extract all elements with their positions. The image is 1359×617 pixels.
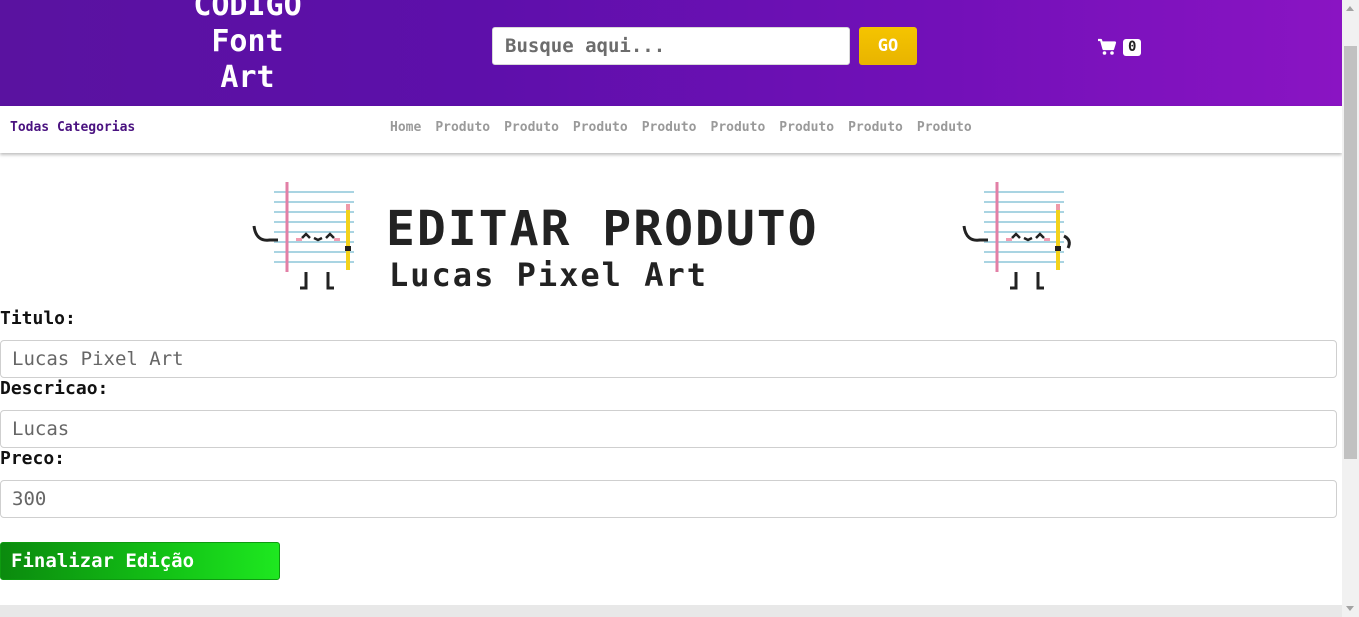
description-label: Descricao: (0, 378, 109, 399)
cart-count-badge: 0 (1123, 38, 1142, 56)
search-go-button[interactable]: GO (859, 27, 917, 65)
price-input[interactable] (0, 480, 1337, 518)
search-input[interactable] (492, 27, 850, 65)
nav-link-produto[interactable]: Produto (504, 120, 559, 135)
site-header: CODIGO Font Art GO 0 (0, 0, 1342, 106)
scroll-thumb[interactable] (1344, 46, 1357, 459)
title-input[interactable] (0, 340, 1337, 378)
all-categories-link[interactable]: Todas Categorias (10, 120, 135, 135)
site-logo[interactable]: CODIGO Font Art (160, 0, 335, 96)
nav-link-produto[interactable]: Produto (711, 120, 766, 135)
nav-link-produto[interactable]: Produto (848, 120, 903, 135)
page-heading: EDITAR PRODUTO Lucas Pixel Art (386, 200, 819, 292)
page-title: EDITAR PRODUTO (386, 201, 819, 257)
scroll-down-arrow-icon[interactable] (1346, 606, 1354, 611)
logo-line-2: Font (211, 24, 284, 59)
nav-link-produto[interactable]: Produto (435, 120, 490, 135)
category-nav: Todas Categorias Home Produto Produto Pr… (0, 106, 1342, 153)
logo-line-3: Art (220, 60, 275, 95)
vertical-scrollbar[interactable] (1342, 0, 1359, 617)
notebook-mascot-icon (252, 182, 354, 290)
nav-links: Home Produto Produto Produto Produto Pro… (390, 120, 986, 135)
nav-link-home[interactable]: Home (390, 120, 421, 135)
nav-link-produto[interactable]: Produto (573, 120, 628, 135)
page: CODIGO Font Art GO 0 Todas Categorias Ho… (0, 0, 1342, 617)
logo-line-1: CODIGO (193, 0, 302, 23)
title-label: Titulo: (0, 308, 76, 329)
notebook-mascot-icon (962, 182, 1071, 290)
scroll-up-arrow-icon[interactable] (1346, 6, 1354, 11)
description-input[interactable] (0, 410, 1337, 448)
nav-link-produto[interactable]: Produto (917, 120, 972, 135)
shopping-cart-icon (1098, 38, 1117, 55)
cart-button[interactable]: 0 (1097, 37, 1142, 57)
finish-edit-button[interactable]: Finalizar Edição (0, 542, 280, 580)
nav-link-produto[interactable]: Produto (642, 120, 697, 135)
footer-strip (0, 605, 1342, 617)
page-subtitle: Lucas Pixel Art (389, 256, 708, 294)
nav-link-produto[interactable]: Produto (779, 120, 834, 135)
price-label: Preco: (0, 448, 66, 469)
